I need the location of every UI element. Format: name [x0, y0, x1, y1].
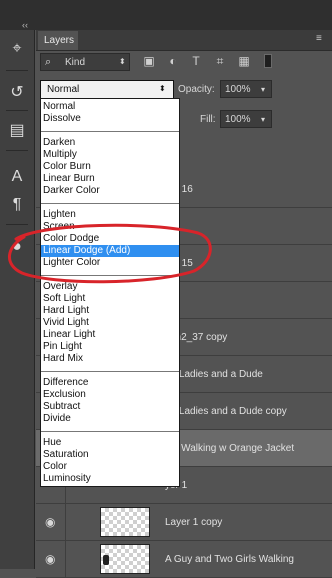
blend-mode-option[interactable]: Divide [41, 413, 179, 425]
toolbar-divider [6, 70, 28, 71]
opacity-field[interactable]: 100% ▾ [220, 80, 272, 98]
chevron-updown-icon: ⬍ [159, 84, 166, 93]
toolbar-divider [6, 150, 28, 151]
path-selection-tool-icon[interactable]: ⌖ [4, 38, 30, 60]
paragraph-icon[interactable]: ¶ [4, 194, 30, 216]
blend-mode-option[interactable]: Darker Color [41, 185, 179, 197]
menu-divider [41, 203, 179, 204]
collapse-panels-icon[interactable]: ‹‹ [22, 20, 34, 30]
panel-top-strip [0, 0, 332, 30]
blend-mode-option[interactable]: Lighten [41, 209, 179, 221]
opacity-label: Opacity: [178, 84, 215, 95]
blend-mode-option[interactable]: Color Burn [41, 161, 179, 173]
layer-row[interactable]: ◉ A Guy and Two Girls Walking [36, 541, 332, 578]
blend-mode-option[interactable]: Linear Light [41, 329, 179, 341]
opacity-value: 100% [225, 84, 251, 95]
blend-mode-option[interactable]: Linear Burn [41, 173, 179, 185]
blend-mode-option[interactable]: Soft Light [41, 293, 179, 305]
filter-kind-select[interactable]: ⌕ Kind ⬍ [40, 53, 130, 71]
blend-mode-option[interactable]: Pin Light [41, 341, 179, 353]
type-layer-filter-icon[interactable]: T [189, 54, 203, 68]
eye-icon: ◉ [45, 552, 56, 566]
layer-row[interactable]: ◉ Layer 1 copy [36, 504, 332, 541]
layer-name: ple Walking w Orange Jacket [165, 443, 295, 454]
layer-name: ee Ladies and a Dude copy [165, 406, 287, 417]
chevron-down-icon[interactable]: ▾ [261, 83, 265, 96]
red-annotation-ellipse [8, 223, 212, 284]
panel-tab-bar [36, 30, 332, 51]
blend-mode-option[interactable]: Subtract [41, 401, 179, 413]
menu-divider [41, 371, 179, 372]
blend-mode-option[interactable]: Luminosity [41, 473, 179, 485]
blend-mode-select[interactable]: Normal ⬍ [40, 80, 174, 100]
blend-mode-option[interactable]: Saturation [41, 449, 179, 461]
filter-kind-label: Kind [65, 57, 86, 68]
pixel-layer-filter-icon[interactable]: ▣ [142, 54, 156, 68]
eye-icon: ◉ [45, 515, 56, 529]
blend-mode-option[interactable]: Multiply [41, 149, 179, 161]
blend-mode-option[interactable]: Darken [41, 137, 179, 149]
blend-mode-option[interactable]: Hue [41, 437, 179, 449]
fill-value: 100% [225, 114, 251, 125]
layer-name: A Guy and Two Girls Walking [165, 554, 294, 565]
history-brush-icon[interactable]: ↺ [4, 82, 30, 104]
panel-menu-icon[interactable]: ≡ [316, 33, 328, 45]
fill-field[interactable]: 100% ▾ [220, 110, 272, 128]
visibility-toggle[interactable]: ◉ [36, 504, 66, 541]
layer-thumbnail [100, 544, 150, 574]
blend-mode-option[interactable]: Hard Light [41, 305, 179, 317]
filter-toggle-switch[interactable] [264, 54, 272, 68]
blend-mode-option[interactable]: Dissolve [41, 113, 179, 125]
blend-mode-option[interactable]: Color [41, 461, 179, 473]
layer-name: Layer 1 copy [165, 517, 223, 528]
chevron-updown-icon: ⬍ [119, 57, 126, 66]
menu-divider [41, 131, 179, 132]
blend-mode-option[interactable]: Difference [41, 377, 179, 389]
blend-mode-option[interactable]: Vivid Light [41, 317, 179, 329]
chevron-down-icon[interactable]: ▾ [261, 113, 265, 126]
search-icon: ⌕ [45, 56, 52, 68]
blend-mode-value: Normal [47, 84, 80, 95]
menu-divider [41, 431, 179, 432]
adjustment-layer-filter-icon[interactable]: ◐ [166, 54, 180, 68]
visibility-toggle[interactable]: ◉ [36, 541, 66, 578]
thumbnail-figure [103, 555, 109, 565]
tab-layers[interactable]: Layers [38, 31, 78, 50]
character-text-icon[interactable]: A [4, 166, 30, 188]
layer-thumbnail [100, 507, 150, 537]
shape-layer-filter-icon[interactable]: ⌗ [213, 54, 227, 68]
blend-mode-menu: Normal Dissolve Darken Multiply Color Burn Li… [40, 98, 180, 487]
fill-label: Fill: [200, 114, 216, 125]
blend-mode-option[interactable]: Normal [41, 101, 179, 113]
layer-comps-icon[interactable]: ▤ [4, 120, 30, 142]
blend-mode-option[interactable]: Exclusion [41, 389, 179, 401]
toolbar-divider [6, 110, 28, 111]
blend-mode-option[interactable]: Hard Mix [41, 353, 179, 365]
smart-object-filter-icon[interactable]: ▦ [237, 54, 251, 68]
